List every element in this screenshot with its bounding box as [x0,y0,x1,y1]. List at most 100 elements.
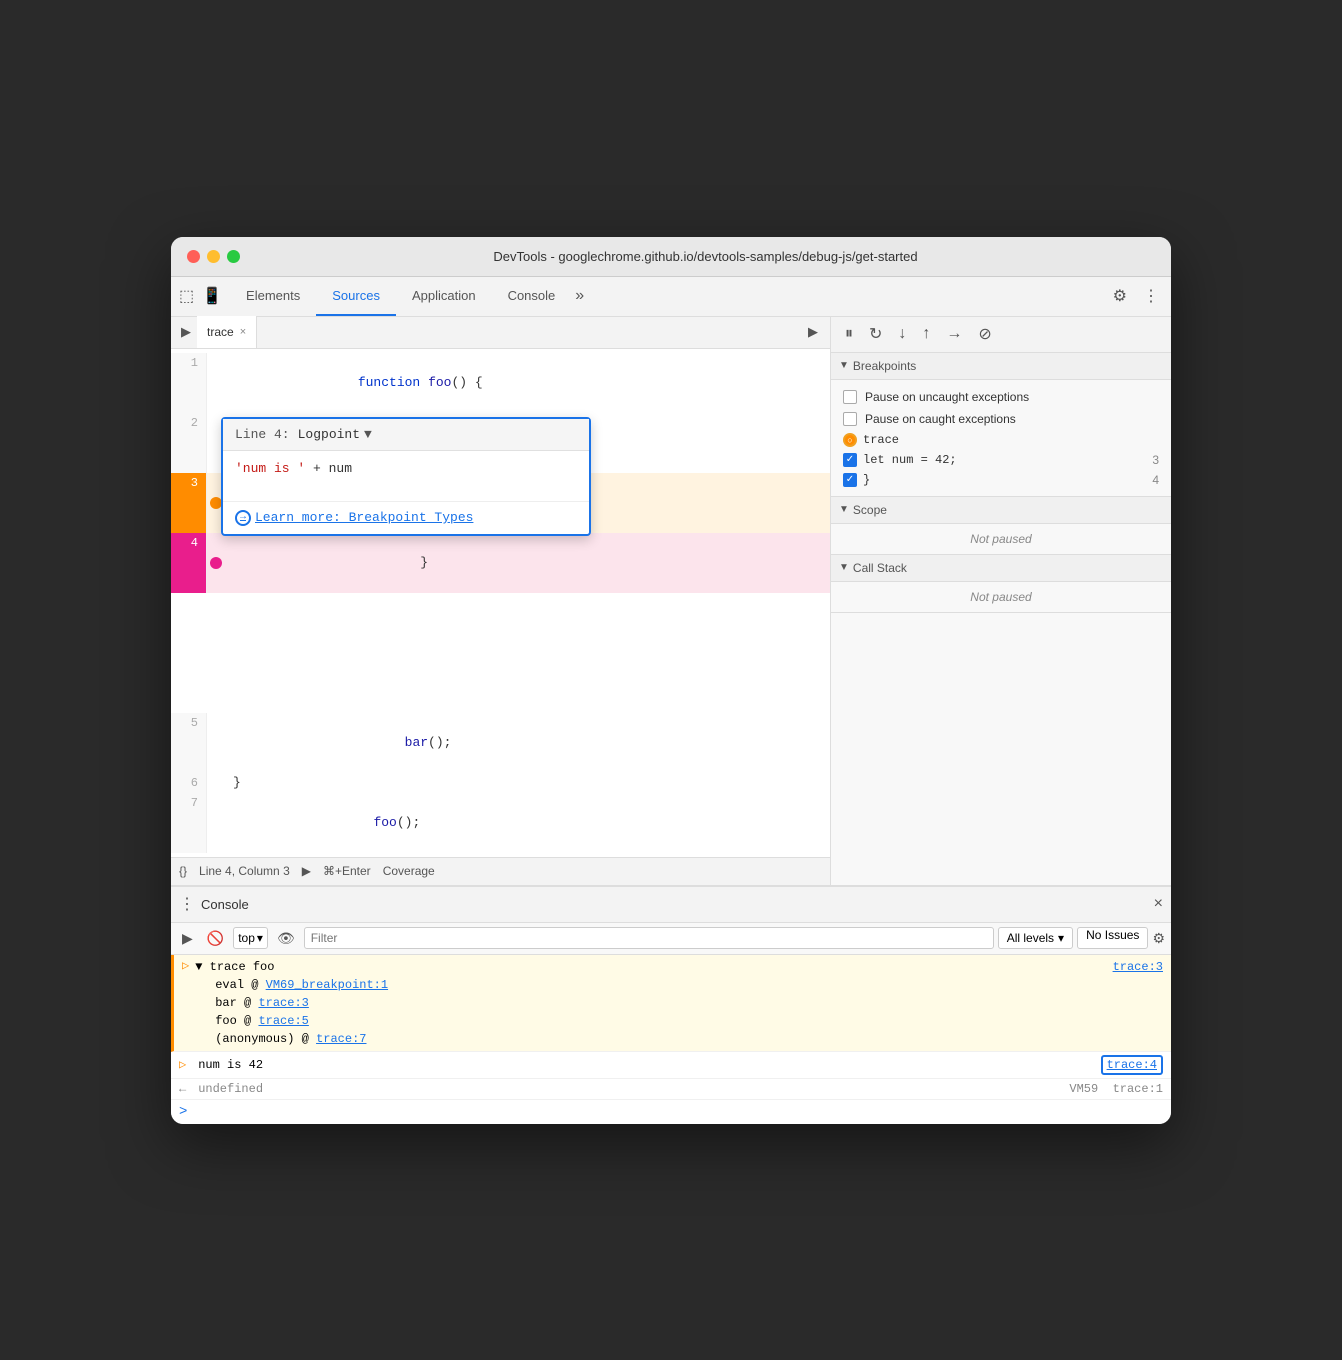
foo-sep: @ [244,1014,258,1028]
logpoint-input-area[interactable]: 'num is ' + num [223,451,589,501]
breakpoints-header[interactable]: ▼ Breakpoints [831,353,1171,380]
top-label: top [238,931,255,945]
debugger-toolbar: ⏸ ↻ ↓ ↑ → ⊘ [831,317,1171,353]
eval-link[interactable]: VM69_breakpoint:1 [266,978,388,992]
console-content: ▷ ▼ trace foo trace:3 eval @ VM69_breakp… [171,955,1171,1124]
logpoint-type-selector[interactable]: Logpoint ▼ [298,427,372,442]
format-button[interactable]: {} [179,864,187,878]
trace-source[interactable]: trace:3 [1113,958,1163,976]
call-stack-label: Call Stack [853,561,907,575]
console-prompt-row[interactable]: > [171,1100,1171,1124]
run-shortcut: ⌘+Enter [323,864,371,878]
live-expressions-button[interactable]: 👁 [272,927,300,950]
devtools-container: ⬚ 📱 Elements Sources Application Console… [171,277,1171,885]
trace-children: eval @ VM69_breakpoint:1 bar @ trace:3 f… [195,976,1163,1048]
show-snippets-icon[interactable]: ▶ [800,324,826,340]
foo-label: foo [215,1014,237,1028]
breakpoint-checked-3[interactable]: ✓ [843,453,857,467]
bar-link[interactable]: trace:3 [258,996,308,1010]
maximize-button[interactable] [227,250,240,263]
call-stack-section: ▼ Call Stack Not paused [831,555,1171,613]
breakpoint-checked-4[interactable]: ✓ [843,473,857,487]
eval-label: eval [215,978,244,992]
learn-more-link[interactable]: → Learn more: Breakpoint Types [235,510,577,526]
code-editor: 1 function foo() { 2 function bar() [171,349,830,857]
logpoint-plus: + [305,461,328,476]
run-icon[interactable]: ▶ [302,864,311,878]
deactivate-breakpoints-button[interactable]: ⊘ [972,320,997,348]
logpoint-expression-input[interactable]: 'num is ' + num [235,461,577,476]
cursor-icon[interactable]: ⬚ [179,286,194,306]
expand-arrow[interactable]: ▼ trace foo [195,958,274,976]
step-out-button[interactable]: ↑ [916,321,936,347]
pause-caught-checkbox[interactable] [843,412,857,426]
line-gutter-5 [207,713,225,773]
scope-header[interactable]: ▼ Scope [831,497,1171,524]
coverage-label[interactable]: Coverage [383,864,435,878]
step-into-button[interactable]: ↓ [892,321,912,347]
tab-close-icon[interactable]: × [240,326,246,338]
tab-console[interactable]: Console [492,276,572,316]
devtools-window: DevTools - googlechrome.github.io/devtoo… [171,237,1171,1124]
anon-label: (anonymous) @ [215,1032,316,1046]
tab-sources[interactable]: Sources [316,276,396,316]
bar-label: bar [215,996,237,1010]
top-context-selector[interactable]: top ▾ [233,927,268,949]
console-panel: ⋮ Console × ▶ 🚫 top ▾ 👁 All levels ▾ No … [171,885,1171,1124]
scope-arrow: ▼ [839,504,849,515]
line-gutter-4 [207,533,225,593]
log-levels-button[interactable]: All levels ▾ [998,927,1073,949]
step-over-button[interactable]: ↻ [863,320,888,348]
pause-uncaught-checkbox[interactable] [843,390,857,404]
more-tabs-button[interactable]: » [575,287,584,305]
line-content-7: foo(); [225,793,420,853]
line-number-2: 2 [171,413,207,473]
console-input[interactable] [193,1105,1163,1119]
device-icon[interactable]: 📱 [202,286,222,306]
console-header: ⋮ Console × [171,887,1171,923]
clear-console-button[interactable]: 🚫 [202,927,229,950]
minimize-button[interactable] [207,250,220,263]
main-content: ▶ trace × ▶ 1 funct [171,317,1171,885]
show-sidebar-button[interactable]: ▶ [177,927,198,950]
breakpoints-arrow: ▼ [839,360,849,371]
anon-link[interactable]: trace:7 [316,1032,366,1046]
breakpoint-line-3: 3 [1152,453,1159,467]
undefined-source[interactable]: VM59 trace:1 [1069,1082,1163,1096]
line-content-1: function foo() { [225,353,483,413]
console-settings-button[interactable]: ⚙ [1152,930,1165,947]
line-number-3: 3 [171,473,207,533]
pause-uncaught-option[interactable]: Pause on uncaught exceptions [831,386,1171,408]
pause-button[interactable]: ⏸ [839,321,859,347]
tab-application[interactable]: Application [396,276,492,316]
warning-icon: ▷ [182,958,189,973]
call-stack-header[interactable]: ▼ Call Stack [831,555,1171,582]
output-source[interactable]: trace:4 [1101,1055,1163,1075]
line-number-7: 7 [171,793,207,853]
logpoint-dropdown-arrow[interactable]: ▼ [364,427,372,442]
settings-button[interactable]: ⚙ [1109,282,1131,310]
console-dots-icon[interactable]: ⋮ [179,894,195,914]
editor-tab-trace[interactable]: trace × [197,316,257,348]
tab-elements[interactable]: Elements [230,276,316,316]
more-options-button[interactable]: ⋮ [1139,282,1163,310]
status-bar: {} Line 4, Column 3 ▶ ⌘+Enter Coverage [171,857,830,885]
bar-sep: @ [244,996,258,1010]
traffic-lights [187,250,240,263]
console-close-button[interactable]: × [1154,895,1163,913]
console-filter-input[interactable] [304,927,994,949]
foo-link[interactable]: trace:5 [258,1014,308,1028]
step-button[interactable]: → [940,321,968,347]
cursor-position: Line 4, Column 3 [199,864,290,878]
line-gutter-7 [207,793,225,853]
scope-section: ▼ Scope Not paused [831,497,1171,555]
show-navigator-icon[interactable]: ▶ [175,324,197,340]
no-issues-button[interactable]: No Issues [1077,927,1148,949]
prompt-icon: > [179,1104,187,1120]
breakpoint-pink[interactable] [210,557,222,569]
logpoint-icon: ○ [843,433,857,447]
call-stack-arrow: ▼ [839,562,849,573]
logpoint-trace-name: trace [863,433,1159,447]
close-button[interactable] [187,250,200,263]
pause-caught-option[interactable]: Pause on caught exceptions [831,408,1171,430]
